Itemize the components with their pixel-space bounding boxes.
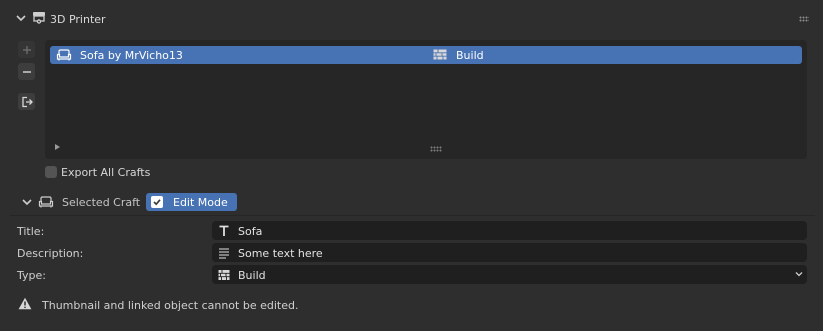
printer-panel: 3D Printer Sofa by MrVicho13 Build Expor… <box>0 0 823 331</box>
description-value: Some text here <box>238 247 323 260</box>
remove-button[interactable] <box>18 63 35 80</box>
lines-icon <box>219 248 229 259</box>
edit-mode-label: Edit Mode <box>173 196 228 209</box>
divider <box>10 215 815 216</box>
plus-icon <box>22 45 31 54</box>
expand-arrow-icon[interactable] <box>55 144 60 150</box>
sofa-icon <box>56 49 72 61</box>
checkmark-icon <box>153 199 161 206</box>
chevron-down-icon[interactable] <box>14 11 28 25</box>
text-icon <box>219 225 229 236</box>
type-dropdown[interactable] <box>212 265 807 284</box>
panel-title: 3D Printer <box>50 13 106 26</box>
title-label: Title: <box>17 225 45 238</box>
type-label: Type: <box>17 269 46 282</box>
add-button[interactable] <box>18 41 35 58</box>
selected-craft-label: Selected Craft <box>62 196 141 209</box>
drag-grip-icon[interactable] <box>799 16 809 22</box>
warning-icon <box>18 297 32 310</box>
title-field[interactable] <box>212 221 807 240</box>
description-label: Description: <box>17 247 84 260</box>
list-item-label: Sofa by MrVicho13 <box>80 49 183 62</box>
resize-grip-icon[interactable] <box>430 146 442 152</box>
chevron-down-icon[interactable] <box>794 269 804 279</box>
warning-message: Thumbnail and linked object cannot be ed… <box>42 299 299 312</box>
sofa-icon <box>38 196 54 208</box>
printer-icon <box>33 12 45 24</box>
type-value: Build <box>238 269 266 282</box>
list-item-type: Build <box>456 49 484 62</box>
export-icon <box>21 96 33 107</box>
brick-icon <box>433 49 447 60</box>
edit-mode-checkbox[interactable] <box>151 196 163 208</box>
export-all-label: Export All Crafts <box>61 166 151 179</box>
minus-icon <box>22 70 31 73</box>
export-all-checkbox[interactable] <box>45 166 57 178</box>
chevron-down-icon[interactable] <box>20 195 34 209</box>
title-value: Sofa <box>238 225 263 238</box>
export-button[interactable] <box>18 93 35 110</box>
brick-icon <box>218 270 230 280</box>
